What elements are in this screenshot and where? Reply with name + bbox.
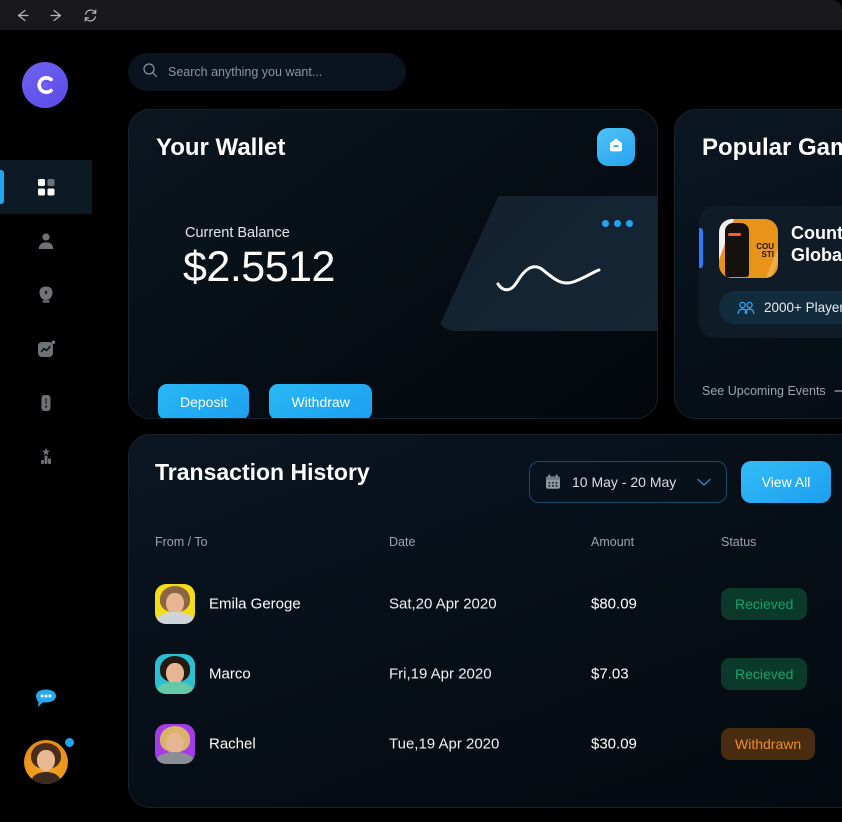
wallet-icon-button[interactable] [597,128,635,166]
calendar-icon [544,473,562,491]
avatar [24,740,68,784]
deposit-button[interactable]: Deposit [158,384,250,418]
crypto-logo[interactable] [22,62,68,108]
status-badge: Recieved [721,658,808,690]
table-row[interactable]: Rachel Tue,19 Apr 2020 $30.09 Withdrawn [129,709,842,779]
transaction-history-card: Transaction History 10 May - 20 May View… [128,434,842,808]
transaction-table-header: From / To Date Amount Status [129,535,842,559]
chart-icon [35,338,57,360]
reload-button[interactable] [76,2,104,28]
user-profile-button[interactable] [0,726,92,798]
status-dot [63,736,76,749]
search-input[interactable] [168,65,392,79]
wallet-icon [606,135,626,160]
withdraw-button[interactable]: Withdraw [269,384,372,418]
browser-toolbar [0,0,842,30]
sidebar-item-dashboard[interactable] [0,160,100,214]
transaction-amount: $30.09 [591,735,637,753]
wave-chart-icon [495,256,603,301]
main-content: Your Wallet Cur [92,30,842,822]
sidebar-item-rewards[interactable] [0,430,92,484]
game-list-item[interactable]: COU STI Counter Strike Global Offensive [699,206,842,338]
chat-bubble-icon [33,687,59,716]
chevron-down-icon [696,477,712,487]
view-all-button[interactable]: View All [741,461,831,503]
shield-icon [35,284,57,306]
thumb-text-line2: STI [761,250,774,259]
forward-button[interactable] [42,2,70,28]
back-button[interactable] [8,2,36,28]
transaction-date: Sat,20 Apr 2020 [389,595,497,613]
players-count-pill[interactable]: 2000+ Players [719,291,842,324]
game-thumbnail: COU STI [719,219,778,278]
wallet-card: Your Wallet Current Balance $2.5512 Depo… [128,109,658,419]
column-header-from: From / To [155,535,208,549]
status-badge: Withdrawn [721,728,816,760]
avatar [155,724,195,764]
status-badge: Recieved [721,588,808,620]
sidebar-bottom [0,676,92,798]
transaction-name: Rachel [209,735,256,753]
transaction-date: Tue,19 Apr 2020 [389,735,500,753]
trophy-icon [35,446,57,468]
popular-games-title: Popular Games [702,134,842,161]
game-name: Counter Strike Global Offensive [791,222,842,266]
events-link-label: See Upcoming Events [702,384,826,398]
more-options-icon[interactable] [602,220,633,227]
grid-icon [35,176,57,198]
avatar [155,654,195,694]
battery-icon [35,392,57,414]
popular-games-card: Popular Games COU STI Counter Strike Glo… [674,109,842,419]
user-icon [35,230,57,252]
see-upcoming-events-link[interactable]: See Upcoming Events [702,384,842,398]
sidebar-item-profile[interactable] [0,214,92,268]
wallet-actions: Deposit Withdraw [158,384,372,418]
column-header-amount: Amount [591,535,635,549]
arrow-right-icon [834,385,842,397]
game-name-line2: Global Offensive [791,245,842,265]
transaction-history-title: Transaction History [155,459,370,485]
app-screen: Your Wallet Cur [0,0,842,822]
wallet-title: Your Wallet [156,134,286,161]
balance-chart-panel [437,196,657,331]
people-icon [737,301,755,315]
balance-value: $2.5512 [183,243,335,291]
sidebar-nav [0,160,100,484]
transaction-amount: $7.03 [591,665,629,683]
avatar [155,584,195,624]
players-label: 2000+ Players [764,300,842,315]
game-name-line1: Counter Strike [791,223,842,243]
transaction-name: Marco [209,665,251,683]
column-header-status: Status [721,535,757,549]
sidebar-item-wallet[interactable] [0,376,92,430]
sidebar [0,30,100,822]
table-row[interactable]: Emila Geroge Sat,20 Apr 2020 $80.09 Reci… [129,569,842,639]
messages-button[interactable] [0,676,92,726]
sidebar-item-security[interactable] [0,268,92,322]
transaction-name: Emila Geroge [209,595,301,613]
sidebar-item-analytics[interactable] [0,322,92,376]
date-range-value: 10 May - 20 May [572,474,677,490]
transaction-amount: $80.09 [591,595,637,613]
column-header-date: Date [389,535,416,549]
transaction-date: Fri,19 Apr 2020 [389,665,492,683]
search-icon [142,62,158,83]
search-bar[interactable] [128,53,406,91]
balance-label: Current Balance [185,225,290,241]
date-range-picker[interactable]: 10 May - 20 May [529,461,727,503]
table-row[interactable]: Marco Fri,19 Apr 2020 $7.03 Recieved [129,639,842,709]
